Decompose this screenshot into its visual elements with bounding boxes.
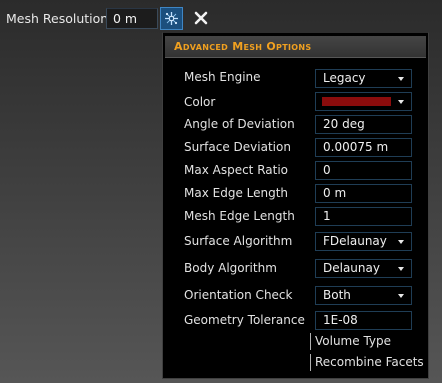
- geometry-tolerance-input[interactable]: 1E-08: [315, 311, 412, 330]
- mesh-options-button[interactable]: [160, 7, 183, 30]
- panel-title: Advanced Mesh Options: [165, 36, 426, 58]
- max-edge-length-label: Max Edge Length: [184, 186, 289, 200]
- surface-algorithm-select[interactable]: FDelaunay: [315, 232, 412, 251]
- surface-algorithm-label: Surface Algorithm: [184, 234, 293, 248]
- color-picker[interactable]: [315, 92, 412, 111]
- angle-of-deviation-input[interactable]: 20 deg: [315, 115, 412, 134]
- mesh-engine-label: Mesh Engine: [184, 70, 261, 84]
- advanced-mesh-options-panel: Advanced Mesh Options Mesh Engine Legacy…: [162, 32, 429, 379]
- body-algorithm-select[interactable]: Delaunay: [315, 259, 412, 278]
- orientation-check-value: Both: [323, 288, 351, 302]
- chevron-down-icon: [398, 77, 404, 81]
- mesh-resolution-input[interactable]: 0 m: [106, 8, 158, 29]
- chevron-down-icon: [398, 100, 404, 104]
- mesh-resolution-label: Mesh Resolution: [6, 11, 109, 26]
- surface-deviation-input[interactable]: 0.00075 m: [315, 138, 412, 157]
- recombine-facets-checkbox[interactable]: Recombine Facets: [310, 354, 424, 371]
- orientation-check-label: Orientation Check: [184, 288, 293, 302]
- mesh-edge-length-input[interactable]: 1: [315, 207, 412, 226]
- angle-of-deviation-label: Angle of Deviation: [184, 117, 295, 131]
- max-edge-length-input[interactable]: 0 m: [315, 184, 412, 203]
- max-aspect-ratio-input[interactable]: 0: [315, 161, 412, 180]
- color-swatch: [322, 97, 391, 106]
- mesh-engine-select[interactable]: Legacy: [315, 69, 412, 88]
- chevron-down-icon: [398, 294, 404, 298]
- chevron-down-icon: [398, 267, 404, 271]
- mesh-engine-value: Legacy: [323, 71, 366, 85]
- geometry-tolerance-label: Geometry Tolerance: [184, 313, 305, 327]
- mesh-edge-length-label: Mesh Edge Length: [184, 209, 295, 223]
- surface-deviation-label: Surface Deviation: [184, 140, 291, 154]
- orientation-check-select[interactable]: Both: [315, 286, 412, 305]
- chevron-down-icon: [398, 240, 404, 244]
- color-label: Color: [184, 95, 216, 109]
- body-algorithm-label: Body Algorithm: [184, 261, 277, 275]
- surface-algorithm-value: FDelaunay: [323, 234, 387, 248]
- max-aspect-ratio-label: Max Aspect Ratio: [184, 163, 289, 177]
- close-button[interactable]: [191, 8, 211, 28]
- mesh-settings-icon: [165, 12, 178, 25]
- close-icon: [194, 11, 208, 25]
- body-algorithm-value: Delaunay: [323, 261, 380, 275]
- volume-type-checkbox[interactable]: Volume Type: [310, 333, 391, 350]
